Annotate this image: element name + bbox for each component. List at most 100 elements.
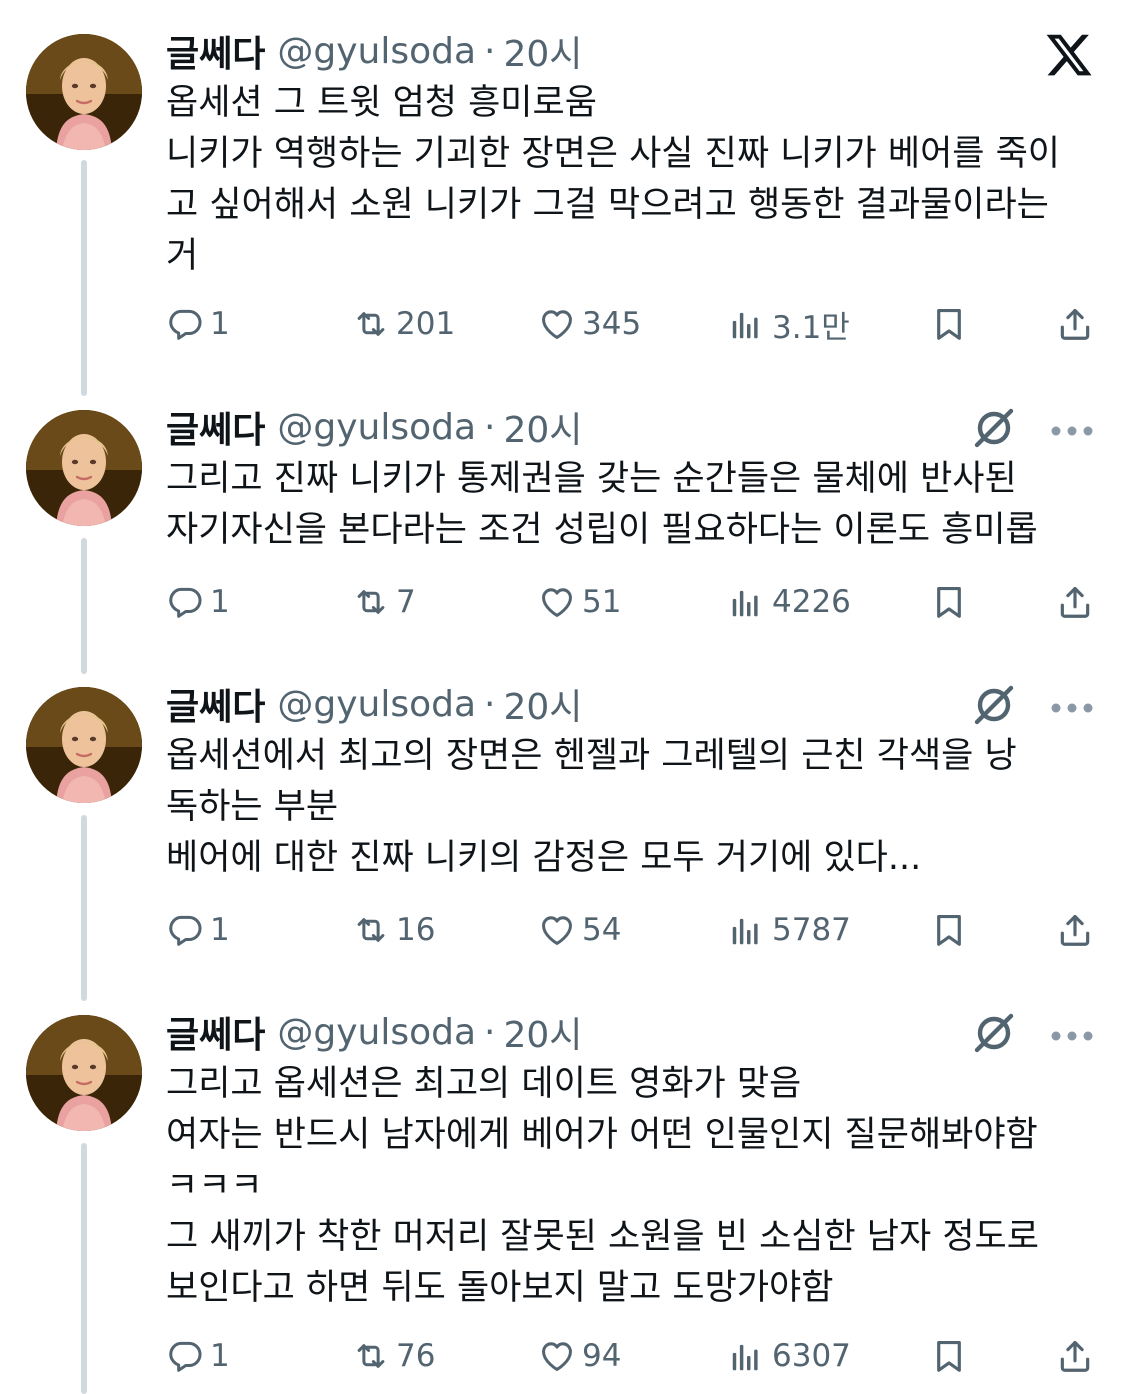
reply-icon: [166, 583, 210, 621]
bookmark-button[interactable]: [930, 299, 974, 349]
reply-button[interactable]: 1: [166, 299, 230, 349]
user-handle[interactable]: @gyulsoda: [277, 407, 476, 448]
display-name[interactable]: 글쎄다: [166, 25, 265, 77]
more-icon[interactable]: [1050, 422, 1094, 436]
tweet-text-line: 독하는 부분: [166, 787, 339, 827]
tweet-text: 그리고 진짜 니키가 통제권을 갖는 순간들은 물체에 반사된 자기자신을 본다라…: [166, 454, 1106, 556]
tweet-text: 그리고 옵세션은 최고의 데이트 영화가 맞음여자는 반드시 남자에게 베어가 …: [166, 1059, 1106, 1314]
user-handle[interactable]: @gyulsoda: [277, 684, 476, 725]
share-icon: [1056, 305, 1100, 343]
tweet-text-line: 베어에 대한 진짜 니키의 감정은 모두 거기에 있다...: [166, 838, 922, 878]
repost-icon: [352, 583, 396, 621]
timestamp[interactable]: 20시: [504, 401, 583, 453]
reply-count: 1: [210, 584, 230, 620]
views-icon: [728, 305, 772, 343]
tweet-text-line: 옵세션 그 트윗 엄청 흥미로움: [166, 83, 597, 123]
tweet-text-line: 그리고 옵세션은 최고의 데이트 영화가 맞음: [166, 1064, 802, 1104]
views-button[interactable]: 6307: [728, 1331, 851, 1381]
tweet-header: 글쎄다 @gyulsoda · 20시: [166, 26, 582, 76]
share-button[interactable]: [1056, 1331, 1100, 1381]
tweet-text-line: 그 새끼가 착한 머저리 잘못된 소원을 빈 소심한 남자 정도로: [166, 1217, 1039, 1257]
bookmark-button[interactable]: [930, 1331, 974, 1381]
action-bar: 1 201 345 3.1만: [0, 299, 1125, 349]
tweet-text-line: ㅋㅋㅋ: [166, 1166, 263, 1206]
repost-count: 76: [396, 1338, 436, 1374]
reply-button[interactable]: 1: [166, 905, 230, 955]
tweet-text-line: 그리고 진짜 니키가 통제권을 갖는 순간들은 물체에 반사된: [166, 459, 1017, 499]
like-icon: [538, 911, 582, 949]
display-name[interactable]: 글쎄다: [166, 1006, 265, 1058]
views-button[interactable]: 4226: [728, 577, 851, 627]
user-handle[interactable]: @gyulsoda: [277, 31, 476, 72]
tweet-text-line: 여자는 반드시 남자에게 베어가 어떤 인물인지 질문해봐야함: [166, 1115, 1038, 1155]
grok-icon[interactable]: [970, 404, 1018, 452]
bookmark-icon: [930, 305, 974, 343]
avatar[interactable]: [26, 1015, 142, 1131]
tweet-text-line: 옵세션에서 최고의 장면은 헨젤과 그레텔의 근친 각색을 낭: [166, 736, 1017, 776]
like-icon: [538, 1337, 582, 1375]
tweet-header: 글쎄다 @gyulsoda · 20시: [166, 402, 582, 452]
reply-button[interactable]: 1: [166, 1331, 230, 1381]
timestamp[interactable]: 20시: [504, 25, 583, 77]
reply-button[interactable]: 1: [166, 577, 230, 627]
like-button[interactable]: 345: [538, 299, 641, 349]
views-count: 6307: [772, 1338, 851, 1374]
repost-count: 16: [396, 912, 436, 948]
display-name[interactable]: 글쎄다: [166, 401, 265, 453]
timestamp[interactable]: 20시: [504, 678, 583, 730]
user-handle[interactable]: @gyulsoda: [277, 1012, 476, 1053]
repost-button[interactable]: 7: [352, 577, 416, 627]
share-button[interactable]: [1056, 905, 1100, 955]
share-button[interactable]: [1056, 299, 1100, 349]
grok-icon[interactable]: [970, 1009, 1018, 1057]
reply-count: 1: [210, 306, 230, 342]
reply-icon: [166, 305, 210, 343]
separator-dot: ·: [484, 30, 496, 72]
repost-button[interactable]: 16: [352, 905, 435, 955]
views-count: 5787: [772, 912, 851, 948]
reply-count: 1: [210, 912, 230, 948]
more-icon[interactable]: [1050, 699, 1094, 713]
more-icon[interactable]: [1050, 1027, 1094, 1041]
reply-count: 1: [210, 1338, 230, 1374]
like-icon: [538, 583, 582, 621]
views-icon: [728, 911, 772, 949]
share-icon: [1056, 911, 1100, 949]
avatar[interactable]: [26, 687, 142, 803]
bookmark-icon: [930, 911, 974, 949]
grok-icon[interactable]: [970, 681, 1018, 729]
repost-count: 7: [396, 584, 416, 620]
views-button[interactable]: 5787: [728, 905, 851, 955]
like-button[interactable]: 94: [538, 1331, 621, 1381]
like-button[interactable]: 54: [538, 905, 621, 955]
action-bar: 1 7 51 4226: [0, 577, 1125, 627]
repost-button[interactable]: 201: [352, 299, 455, 349]
repost-button[interactable]: 76: [352, 1331, 435, 1381]
tweet-header: 글쎄다 @gyulsoda · 20시: [166, 679, 582, 729]
views-button[interactable]: 3.1만: [728, 299, 850, 349]
like-button[interactable]: 51: [538, 577, 621, 627]
share-button[interactable]: [1056, 577, 1100, 627]
like-icon: [538, 305, 582, 343]
display-name[interactable]: 글쎄다: [166, 678, 265, 730]
like-count: 94: [582, 1338, 622, 1374]
views-count: 3.1만: [772, 309, 850, 346]
avatar[interactable]: [26, 410, 142, 526]
tweet-text: 옵세션에서 최고의 장면은 헨젤과 그레텔의 근친 각색을 낭독하는 부분베어에…: [166, 731, 1106, 884]
tweet-text-line: 고 싶어해서 소원 니키가 그걸 막으려고 행동한 결과물이라는: [166, 185, 1049, 225]
repost-count: 201: [396, 306, 456, 342]
action-bar: 1 16 54 5787: [0, 905, 1125, 955]
bookmark-icon: [930, 583, 974, 621]
like-count: 54: [582, 912, 622, 948]
tweet-text: 옵세션 그 트윗 엄청 흥미로움 니키가 역행하는 기괴한 장면은 사실 진짜 니…: [166, 78, 1106, 282]
like-count: 345: [582, 306, 642, 342]
repost-icon: [352, 911, 396, 949]
views-icon: [728, 1337, 772, 1375]
views-icon: [728, 583, 772, 621]
bookmark-button[interactable]: [930, 905, 974, 955]
timestamp[interactable]: 20시: [504, 1006, 583, 1058]
avatar[interactable]: [26, 34, 142, 150]
tweet-text-line: 거: [166, 236, 199, 276]
x-logo-icon[interactable]: [1044, 30, 1094, 80]
bookmark-button[interactable]: [930, 577, 974, 627]
